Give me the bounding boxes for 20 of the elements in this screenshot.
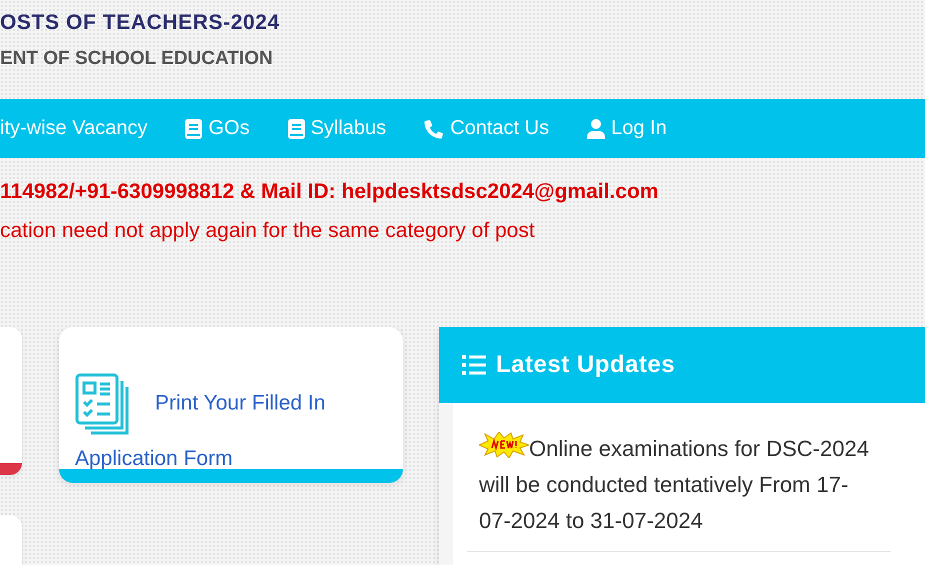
print-form-card[interactable]: Print Your Filled In Application Form [59, 327, 403, 483]
notice-text: cation need not apply again for the same category of post [0, 218, 536, 244]
update-item[interactable]: Online examinations for DSC-2024 will be conducted tentatively From 17-07-2024 to 31-07-2024 [467, 423, 891, 552]
nav-link[interactable]: GOs [185, 117, 250, 140]
checklist-icon [75, 373, 129, 435]
update-text: Online examinations for DSC-2024 will be conducted tentatively From 17-07-2024 to 31-07-2024 [479, 436, 869, 533]
book-icon [288, 118, 305, 138]
user-icon [587, 118, 606, 138]
site-subtitle: ENT OF SCHOOL EDUCATION [0, 47, 274, 71]
notice-text: 114982/+91-6309998812 & Mail ID: helpdesktsdsc2024@gmail.com [0, 179, 660, 205]
nav-link[interactable]: Log In [587, 117, 667, 140]
site-title: OSTS OF TEACHERS-2024 [0, 10, 281, 36]
nav-link[interactable]: Syllabus [288, 117, 386, 140]
nav-link[interactable]: ity-wise Vacancy [0, 117, 148, 140]
list-icon [462, 355, 486, 375]
print-form-link[interactable]: Print Your Filled In Application Form [75, 373, 387, 483]
phone-icon [424, 118, 444, 138]
book-icon [185, 118, 202, 138]
panel-title: Latest Updates [496, 351, 676, 379]
nav-link[interactable]: Contact Us [424, 117, 550, 140]
